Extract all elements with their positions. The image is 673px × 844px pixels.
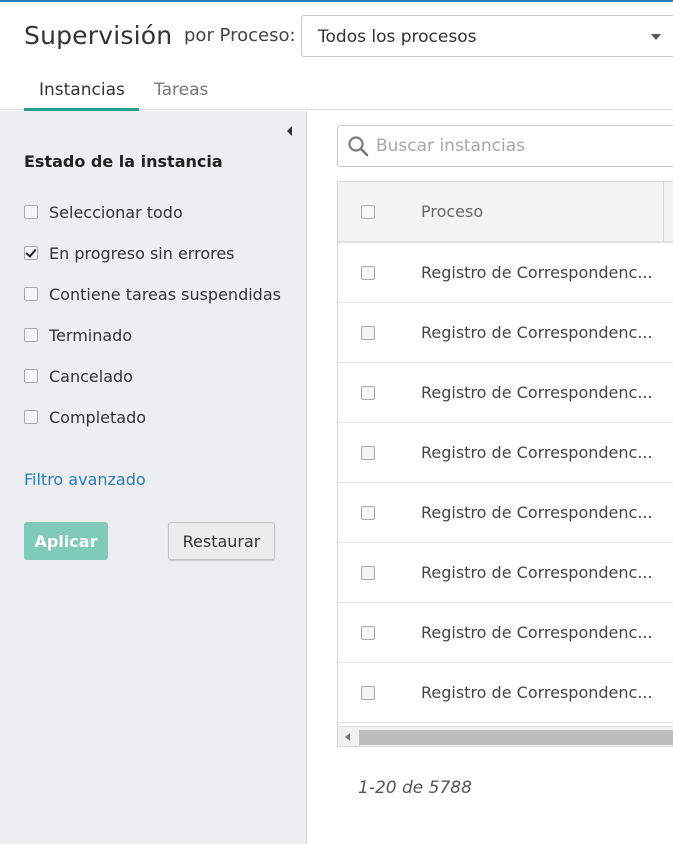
filter-label: Contiene tareas suspendidas [49,284,281,304]
checkbox[interactable] [24,369,38,383]
process-cell: Registro de Correspondenc... [421,563,653,582]
filter-label: Completado [49,407,147,427]
process-cell: Registro de Correspondenc... [421,263,653,282]
table-row[interactable]: Registro de Correspondenc... [338,543,673,603]
horizontal-scrollbar[interactable] [338,726,673,746]
page-title: Supervisión [24,21,173,50]
caret-down-icon [651,34,661,40]
filter-label: Terminado [49,325,133,345]
process-cell: Registro de Correspondenc... [421,503,653,522]
table-row[interactable]: Registro de Correspondenc... [338,483,673,543]
collapse-left-icon[interactable] [287,126,292,136]
filter-terminated[interactable]: Terminado [24,324,132,346]
main-content: Buscar instancias Proceso Registro de Co… [308,111,673,844]
filter-sidebar: Estado de la instancia Seleccionar todo … [0,111,307,844]
search-icon [348,136,369,157]
filter-label: Seleccionar todo [49,202,183,222]
search-input[interactable]: Buscar instancias [337,125,673,167]
pagination-summary: 1-20 de 5788 [358,778,472,798]
tab-instancias[interactable]: Instancias [39,80,125,110]
scroll-left-icon[interactable] [345,733,350,741]
column-header-proceso[interactable]: Proceso [421,202,483,221]
sidebar-title: Estado de la instancia [24,152,223,171]
select-all-rows-checkbox[interactable] [361,205,375,219]
checkbox-checked[interactable] [24,246,38,260]
table-row[interactable]: Registro de Correspondenc... [338,363,673,423]
checkbox[interactable] [24,205,38,219]
advanced-filter-link[interactable]: Filtro avanzado [24,470,146,489]
checkbox[interactable] [24,410,38,424]
row-checkbox[interactable] [361,506,375,520]
checkbox[interactable] [24,328,38,342]
process-filter-label: por Proceso: [184,25,296,46]
filter-label: Cancelado [49,366,133,386]
process-cell: Registro de Correspondenc... [421,323,653,342]
table-row[interactable]: Registro de Correspondenc... [338,663,673,723]
row-checkbox[interactable] [361,566,375,580]
process-cell: Registro de Correspondenc... [421,623,653,642]
process-select-value: Todos los procesos [318,27,477,47]
scrollbar-thumb[interactable] [359,730,673,745]
filter-cancelled[interactable]: Cancelado [24,365,133,387]
row-checkbox[interactable] [361,686,375,700]
row-checkbox[interactable] [361,266,375,280]
table-row[interactable]: Registro de Correspondenc... [338,423,673,483]
checkbox[interactable] [24,287,38,301]
table-row[interactable]: Registro de Correspondenc... [338,603,673,663]
table-row[interactable]: Registro de Correspondenc... [338,243,673,303]
filter-suspended-tasks[interactable]: Contiene tareas suspendidas [24,283,281,305]
process-cell: Registro de Correspondenc... [421,683,653,702]
filter-in-progress[interactable]: En progreso sin errores [24,242,235,264]
column-divider [663,182,664,241]
row-checkbox[interactable] [361,626,375,640]
filter-completed[interactable]: Completado [24,406,146,428]
process-cell: Registro de Correspondenc... [421,443,653,462]
filter-select-all[interactable]: Seleccionar todo [24,201,183,223]
filter-label: En progreso sin errores [49,243,235,263]
table-row[interactable]: Registro de Correspondenc... [338,303,673,363]
row-checkbox[interactable] [361,446,375,460]
row-checkbox[interactable] [361,386,375,400]
apply-button[interactable]: Aplicar [24,522,108,560]
table-header: Proceso [338,182,673,243]
tab-tareas[interactable]: Tareas [154,80,208,110]
process-cell: Registro de Correspondenc... [421,383,653,402]
instances-table: Proceso Registro de Correspondenc... Reg… [337,181,673,747]
page-header: Supervisión por Proceso: Todos los proce… [0,2,673,111]
reset-button[interactable]: Restaurar [168,522,275,560]
row-checkbox[interactable] [361,326,375,340]
search-placeholder: Buscar instancias [376,136,526,156]
process-select[interactable]: Todos los procesos [301,15,673,57]
